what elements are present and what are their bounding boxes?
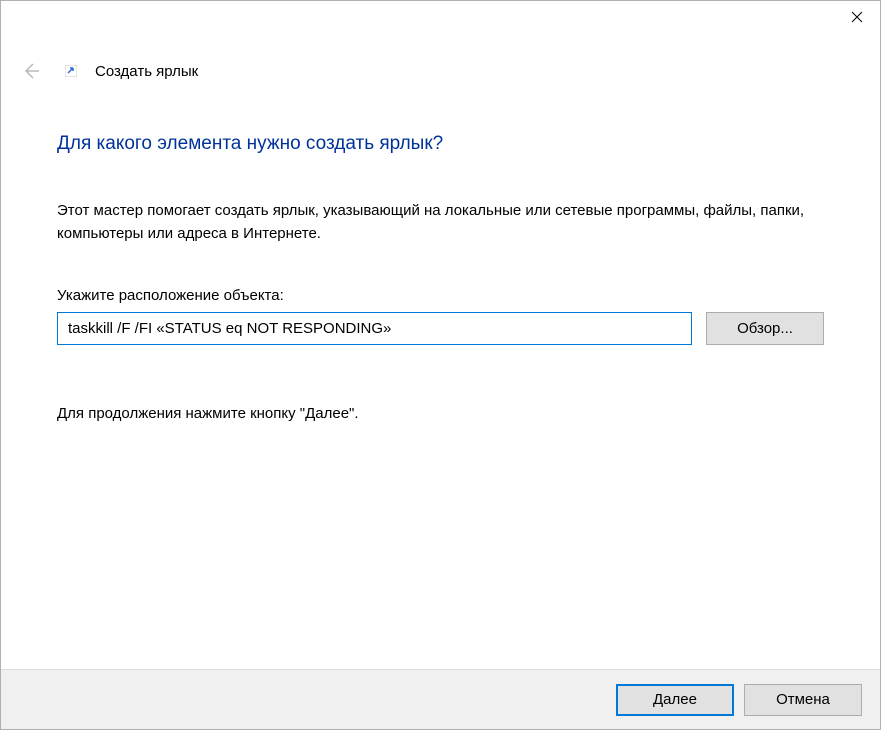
browse-button[interactable]: Обзор... — [706, 312, 824, 345]
back-arrow-icon — [21, 61, 41, 81]
create-shortcut-dialog: Создать ярлык Для какого элемента нужно … — [0, 0, 881, 730]
location-label: Укажите расположение объекта: — [57, 287, 824, 304]
titlebar — [1, 1, 880, 41]
page-description: Этот мастер помогает создать ярлык, указ… — [57, 200, 824, 245]
shortcut-icon — [63, 63, 79, 79]
location-row: Обзор... — [57, 312, 824, 345]
continue-instruction: Для продолжения нажмите кнопку "Далее". — [57, 405, 824, 422]
page-heading: Для какого элемента нужно создать ярлык? — [57, 133, 824, 155]
close-icon — [851, 11, 863, 23]
dialog-footer: Далее Отмена — [1, 669, 880, 729]
header-row: Создать ярлык — [1, 41, 880, 83]
next-button[interactable]: Далее — [616, 684, 734, 716]
back-button — [19, 59, 43, 83]
close-button[interactable] — [834, 1, 880, 33]
location-input[interactable] — [57, 312, 692, 345]
wizard-title: Создать ярлык — [95, 63, 198, 80]
wizard-content: Для какого элемента нужно создать ярлык?… — [1, 83, 880, 669]
cancel-button[interactable]: Отмена — [744, 684, 862, 716]
